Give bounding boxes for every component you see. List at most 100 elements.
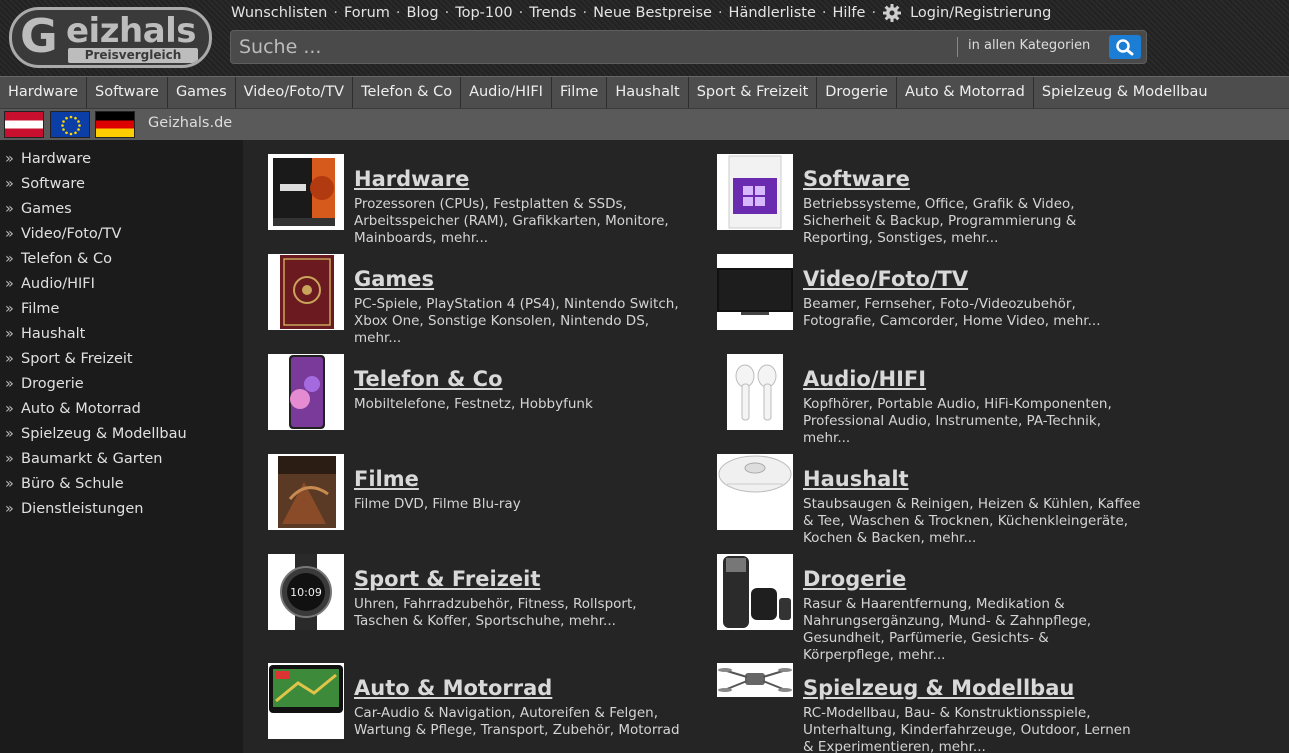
earbuds-image[interactable] [717, 354, 793, 430]
bullet-icon: » [5, 251, 14, 267]
category-title-filme[interactable]: Filme [354, 467, 419, 491]
geizhals-logo[interactable]: G eizhals Preisvergleich [9, 7, 212, 68]
topnav-trends[interactable]: Trends [529, 5, 576, 21]
smartphone-image[interactable] [268, 354, 344, 430]
catbar-audio-hifi[interactable]: Audio/HIFI [461, 77, 552, 108]
smartwatch-image[interactable]: 10:09 [268, 554, 344, 630]
sidebar-item-software[interactable]: » Software [0, 174, 243, 199]
navigation-device-image[interactable] [268, 663, 344, 739]
sidebar-item-video-foto-tv[interactable]: » Video/Foto/TV [0, 224, 243, 249]
sidebar-item-telefon[interactable]: » Telefon & Co [0, 249, 243, 274]
sidebar-item-label: Baumarkt & Garten [21, 451, 163, 467]
category-card-audio-hifi: Audio/HIFI Kopfhörer, Portable Audio, Hi… [717, 354, 1137, 454]
category-desc-sport-freizeit[interactable]: Uhren, Fahrradzubehör, Fitness, Rollspor… [354, 596, 694, 630]
catbar-auto-motorrad[interactable]: Auto & Motorrad [897, 77, 1034, 108]
topnav-neue-bestpreise[interactable]: Neue Bestpreise [593, 5, 712, 21]
top-navigation: Wunschlisten · Forum · Blog · Top-100 · Tren… [231, 3, 1051, 23]
flag-austria-icon[interactable] [4, 111, 44, 138]
search-input[interactable] [239, 34, 939, 60]
sidebar-item-baumarkt-garten[interactable]: » Baumarkt & Garten [0, 449, 243, 474]
topnav-forum[interactable]: Forum [344, 5, 390, 21]
flag-germany-icon[interactable] [95, 111, 135, 138]
bullet-icon: » [5, 151, 14, 167]
category-title-auto-motorrad[interactable]: Auto & Motorrad [354, 676, 552, 700]
gear-icon[interactable] [882, 3, 902, 23]
sidebar-item-filme[interactable]: » Filme [0, 299, 243, 324]
topnav-top100[interactable]: Top-100 [455, 5, 512, 21]
category-desc-drogerie[interactable]: Rasur & Haarentfernung, Medikation & Nah… [803, 596, 1143, 664]
catbar-games[interactable]: Games [168, 77, 236, 108]
category-desc-auto-motorrad[interactable]: Car-Audio & Navigation, Autoreifen & Fel… [354, 705, 694, 739]
category-title-software[interactable]: Software [803, 167, 910, 191]
sidebar-item-games[interactable]: » Games [0, 199, 243, 224]
bullet-icon: » [5, 376, 14, 392]
category-title-spielzeug-modellbau[interactable]: Spielzeug & Modellbau [803, 676, 1074, 700]
bullet-icon: » [5, 351, 14, 367]
sidebar-item-label: Games [21, 201, 72, 217]
category-desc-games[interactable]: PC-Spiele, PlayStation 4 (PS4), Nintendo… [354, 296, 694, 347]
catbar-video-foto-tv[interactable]: Video/Foto/TV [236, 77, 354, 108]
sidebar-item-sport-freizeit[interactable]: » Sport & Freizeit [0, 349, 243, 374]
category-desc-spielzeug-modellbau[interactable]: RC-Modellbau, Bau- & Konstruktionsspiele… [803, 705, 1143, 753]
catbar-filme[interactable]: Filme [552, 77, 608, 108]
sidebar-item-audio-hifi[interactable]: » Audio/HIFI [0, 274, 243, 299]
sidebar-item-spielzeug-modellbau[interactable]: » Spielzeug & Modellbau [0, 424, 243, 449]
category-desc-software[interactable]: Betriebssysteme, Office, Grafik & Video,… [803, 196, 1143, 247]
category-title-hardware[interactable]: Hardware [354, 167, 469, 191]
sidebar-item-buero-schule[interactable]: » Büro & Schule [0, 474, 243, 499]
tv-image[interactable] [717, 254, 793, 330]
category-title-sport-freizeit[interactable]: Sport & Freizeit [354, 567, 540, 591]
sidebar-item-dienstleistungen[interactable]: » Dienstleistungen [0, 499, 243, 524]
topnav-blog[interactable]: Blog [407, 5, 439, 21]
catbar-spielzeug-modellbau[interactable]: Spielzeug & Modellbau [1034, 77, 1216, 108]
sidebar-item-haushalt[interactable]: » Haushalt [0, 324, 243, 349]
search-button[interactable] [1109, 35, 1141, 59]
country-bar: Geizhals.de [0, 109, 1289, 140]
category-title-games[interactable]: Games [354, 267, 434, 291]
software-box-image[interactable] [717, 154, 793, 230]
catbar-hardware[interactable]: Hardware [0, 77, 88, 108]
movie-box-image[interactable] [268, 454, 344, 530]
cpu-box-image[interactable] [268, 154, 344, 230]
catbar-drogerie[interactable]: Drogerie [817, 77, 897, 108]
category-desc-hardware[interactable]: Prozessoren (CPUs), Festplatten & SSDs, … [354, 196, 694, 247]
logo-initial: G [20, 9, 58, 63]
category-title-audio-hifi[interactable]: Audio/HIFI [803, 367, 926, 391]
topnav-hilfe[interactable]: Hilfe [832, 5, 865, 21]
topnav-wunschlisten[interactable]: Wunschlisten [231, 5, 327, 21]
category-title-video-foto-tv[interactable]: Video/Foto/TV [803, 267, 968, 291]
sidebar-item-label: Sport & Freizeit [21, 351, 133, 367]
category-title-telefon[interactable]: Telefon & Co [354, 367, 503, 391]
catbar-haushalt[interactable]: Haushalt [607, 77, 689, 108]
catbar-software[interactable]: Software [87, 77, 168, 108]
category-title-haushalt[interactable]: Haushalt [803, 467, 909, 491]
robot-vacuum-image[interactable] [717, 454, 793, 530]
catbar-sport-freizeit[interactable]: Sport & Freizeit [689, 77, 818, 108]
flag-eu-icon[interactable] [50, 111, 90, 138]
topnav-haendlerliste[interactable]: Händlerliste [729, 5, 816, 21]
category-card-sport-freizeit: 10:09 Sport & Freizeit Uhren, Fahrradzub… [268, 554, 688, 654]
drone-image[interactable] [717, 663, 793, 739]
sidebar-item-drogerie[interactable]: » Drogerie [0, 374, 243, 399]
category-desc-telefon[interactable]: Mobiltelefone, Festnetz, Hobbyfunk [354, 396, 694, 413]
sidebar-item-auto-motorrad[interactable]: » Auto & Motorrad [0, 399, 243, 424]
game-box-image[interactable] [268, 254, 344, 330]
category-desc-video-foto-tv[interactable]: Beamer, Fernseher, Foto-/Videozubehör, F… [803, 296, 1143, 330]
topnav-separator: · [518, 5, 524, 21]
search-category-select[interactable]: in allen Kategorien [968, 38, 1090, 53]
header: G eizhals Preisvergleich Wunschlisten · F… [0, 0, 1289, 76]
category-desc-audio-hifi[interactable]: Kopfhörer, Portable Audio, HiFi-Komponen… [803, 396, 1143, 447]
category-desc-haushalt[interactable]: Staubsaugen & Reinigen, Heizen & Kühlen,… [803, 496, 1143, 547]
login-register-link[interactable]: Login/Registrierung [910, 5, 1051, 21]
bullet-icon: » [5, 476, 14, 492]
category-title-drogerie[interactable]: Drogerie [803, 567, 906, 591]
country-label[interactable]: Geizhals.de [148, 115, 232, 131]
sidebar-item-hardware[interactable]: » Hardware [0, 149, 243, 174]
category-card-games: Games PC-Spiele, PlayStation 4 (PS4), Ni… [268, 254, 688, 354]
catbar-telefon[interactable]: Telefon & Co [353, 77, 462, 108]
shaver-image[interactable] [717, 554, 793, 630]
logo-subtitle: Preisvergleich [68, 48, 198, 63]
bullet-icon: » [5, 451, 14, 467]
category-desc-filme[interactable]: Filme DVD, Filme Blu-ray [354, 496, 694, 513]
category-card-haushalt: Haushalt Staubsaugen & Reinigen, Heizen … [717, 454, 1140, 554]
